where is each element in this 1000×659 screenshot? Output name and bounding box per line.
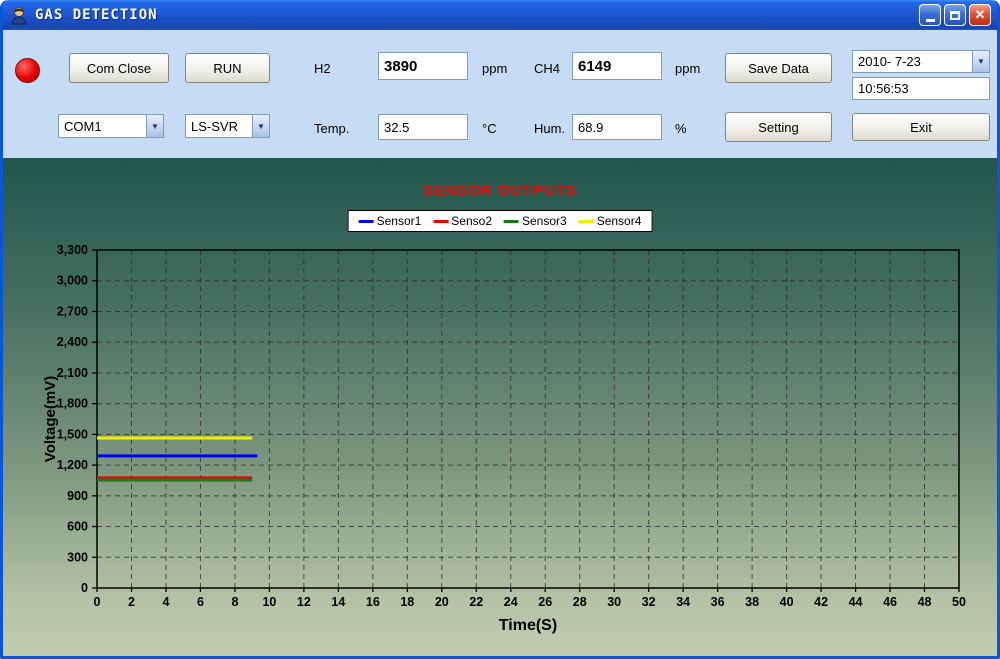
hum-unit-label: % <box>675 121 687 136</box>
h2-label: H2 <box>314 61 331 76</box>
app-window: GAS DETECTION ✕ Com Close RUN H2 3890 pp… <box>0 0 1000 659</box>
axis-tick-label: 12 <box>297 595 311 609</box>
axis-tick-label: 18 <box>400 595 414 609</box>
com-port-dropdown[interactable]: COM1 ▼ <box>58 114 164 138</box>
model-dropdown[interactable]: LS-SVR ▼ <box>185 114 270 138</box>
axis-tick-label: 42 <box>814 595 828 609</box>
axis-tick-label: 34 <box>676 595 690 609</box>
axis-tick-label: 6 <box>197 595 204 609</box>
hum-value-field[interactable]: 68.9 <box>572 114 662 140</box>
h2-unit-label: ppm <box>482 61 507 76</box>
axis-tick-label: 50 <box>952 595 966 609</box>
window-title: GAS DETECTION <box>35 7 919 23</box>
ch4-value-field[interactable]: 6149 <box>572 52 662 80</box>
maximize-icon <box>950 11 960 20</box>
axis-tick-label: 1,200 <box>57 458 88 472</box>
titlebar-buttons: ✕ <box>919 4 991 26</box>
exit-button[interactable]: Exit <box>852 113 990 141</box>
plot-border <box>97 250 959 588</box>
setting-button[interactable]: Setting <box>725 112 832 142</box>
axis-tick-label: 20 <box>435 595 449 609</box>
save-data-button[interactable]: Save Data <box>725 53 832 83</box>
axis-tick-label: 30 <box>607 595 621 609</box>
axis-tick-label: 600 <box>67 520 88 534</box>
status-led-indicator <box>15 58 40 83</box>
axis-tick-label: 1,800 <box>57 397 88 411</box>
chevron-down-icon[interactable]: ▼ <box>972 51 989 72</box>
axis-tick-label: 8 <box>231 595 238 609</box>
sensor-output-plot: 0246810121416182022242628303234363840424… <box>3 158 997 656</box>
axis-tick-label: 24 <box>504 595 518 609</box>
y-axis-title: Voltage(mV) <box>42 376 59 462</box>
axis-tick-label: 2,400 <box>57 335 88 349</box>
axis-tick-label: 2,100 <box>57 366 88 380</box>
hum-label: Hum. <box>534 121 565 136</box>
minimize-button[interactable] <box>919 4 941 26</box>
temp-value-field[interactable]: 32.5 <box>378 114 468 140</box>
axis-tick-label: 900 <box>67 489 88 503</box>
axis-tick-label: 28 <box>573 595 587 609</box>
axis-tick-label: 300 <box>67 550 88 564</box>
h2-value-field[interactable]: 3890 <box>378 52 468 80</box>
run-button[interactable]: RUN <box>185 53 270 83</box>
axis-tick-label: 38 <box>745 595 759 609</box>
axis-tick-label: 2,700 <box>57 304 88 318</box>
axis-tick-label: 3,000 <box>57 274 88 288</box>
axis-tick-label: 22 <box>469 595 483 609</box>
control-panel: Com Close RUN H2 3890 ppm CH4 6149 ppm S… <box>3 30 997 158</box>
axis-tick-label: Time(S) <box>499 617 557 634</box>
axis-tick-label: 14 <box>331 595 345 609</box>
axis-tick-label: 10 <box>262 595 276 609</box>
axis-tick-label: 3,300 <box>57 243 88 257</box>
axis-tick-label: 0 <box>94 595 101 609</box>
axis-tick-label: 44 <box>849 595 863 609</box>
model-value: LS-SVR <box>186 119 252 134</box>
maximize-button[interactable] <box>944 4 966 26</box>
minimize-icon <box>926 19 935 22</box>
axis-tick-label: 4 <box>162 595 169 609</box>
axis-tick-label: 2 <box>128 595 135 609</box>
ch4-label: CH4 <box>534 61 560 76</box>
axis-tick-label: 46 <box>883 595 897 609</box>
axis-tick-label: 48 <box>918 595 932 609</box>
axis-tick-label: 36 <box>711 595 725 609</box>
temp-unit-label: °C <box>482 121 497 136</box>
titlebar[interactable]: GAS DETECTION ✕ <box>3 0 997 30</box>
app-icon <box>9 5 29 25</box>
time-field: 10:56:53 <box>852 77 990 100</box>
axis-tick-label: 1,500 <box>57 427 88 441</box>
chevron-down-icon[interactable]: ▼ <box>146 115 163 137</box>
axis-tick-label: 26 <box>538 595 552 609</box>
close-button[interactable]: ✕ <box>969 4 991 26</box>
com-close-button[interactable]: Com Close <box>69 53 169 83</box>
axis-tick-label: 32 <box>642 595 656 609</box>
axis-tick-label: 40 <box>780 595 794 609</box>
date-value: 2010- 7-23 <box>853 54 972 69</box>
ch4-unit-label: ppm <box>675 61 700 76</box>
axis-tick-label: 0 <box>81 581 88 595</box>
chevron-down-icon[interactable]: ▼ <box>252 115 269 137</box>
axis-tick-label: 16 <box>366 595 380 609</box>
com-port-value: COM1 <box>59 119 146 134</box>
temp-label: Temp. <box>314 121 349 136</box>
chart-panel: SENSOR OUTPUTS Sensor1Senso2Sensor3Senso… <box>3 158 997 656</box>
date-dropdown[interactable]: 2010- 7-23 ▼ <box>852 50 990 73</box>
